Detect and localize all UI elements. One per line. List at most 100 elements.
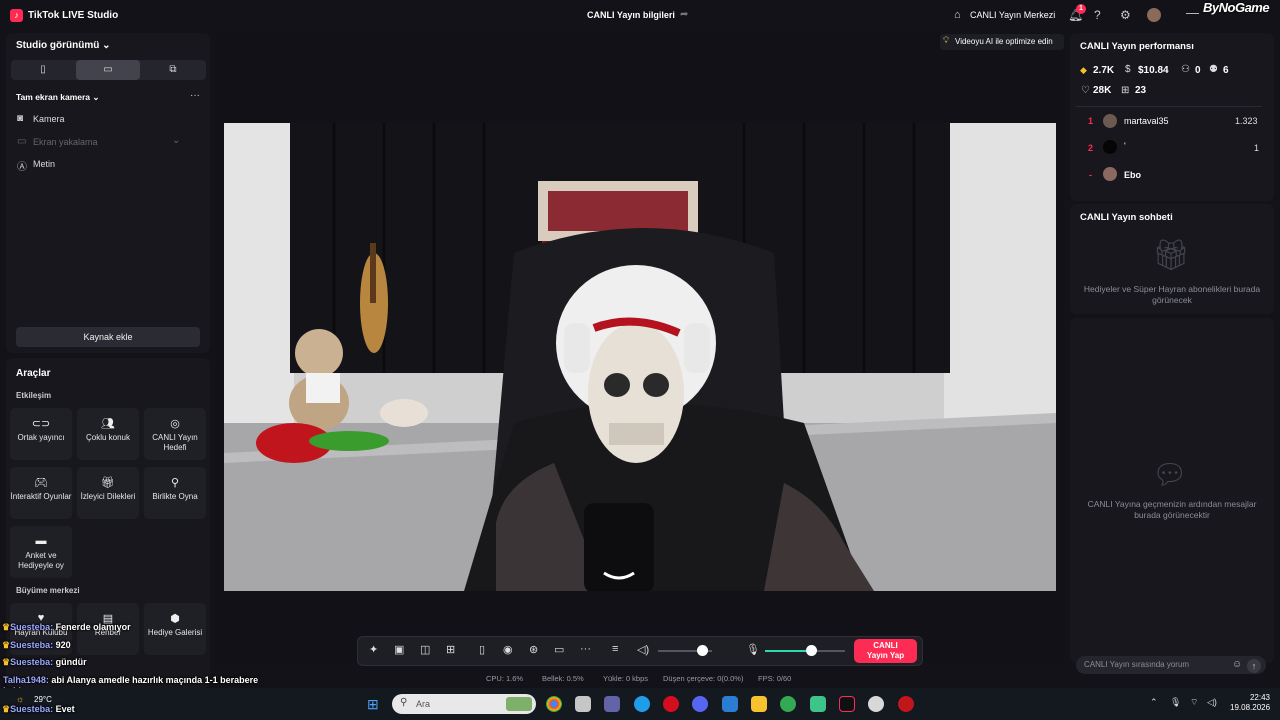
tools-title: Araçlar <box>16 368 51 379</box>
magic-wand-icon[interactable]: ✦ <box>369 643 378 656</box>
rank-name[interactable]: ' <box>1124 141 1126 151</box>
go-live-button[interactable]: CANLI Yayın Yap <box>854 639 917 663</box>
tool-live-goal[interactable]: ◎ CANLI Yayın Hedefi <box>144 408 206 460</box>
camera-icon: ◙ <box>17 113 24 124</box>
gear-icon[interactable]: ⚙ <box>1120 8 1131 22</box>
tiktok-studio-icon[interactable] <box>839 696 855 712</box>
tool-multi-guest[interactable]: 👥︎ Çoklu konuk <box>77 408 139 460</box>
live-info-title[interactable]: CANLI Yayın bilgileri <box>587 10 675 20</box>
chrome-profile-icon[interactable] <box>780 696 796 712</box>
explorer-icon[interactable] <box>575 696 591 712</box>
tool-gift-gallery[interactable]: ⬢ Hediye Galerisi <box>144 603 206 655</box>
app-icon[interactable] <box>810 696 826 712</box>
diamond-icon: ◆ <box>1080 65 1087 75</box>
rotate-icon[interactable]: ⧉ <box>141 60 205 80</box>
send-icon[interactable]: ↑ <box>1247 659 1261 673</box>
adjust-icon[interactable]: ≡ <box>612 643 618 655</box>
windows-start-icon[interactable]: ⊞ <box>367 696 379 713</box>
screenshot-icon[interactable]: ◫ <box>420 643 430 656</box>
source-screen-capture[interactable]: Ekran yakalama <box>33 137 98 147</box>
watermark-logo: ByNoGame <box>1203 0 1270 15</box>
ai-optimize-button[interactable]: Videoyu AI ile optimize edin <box>940 34 1064 50</box>
mic-knob[interactable] <box>805 645 817 656</box>
live-center-link[interactable]: CANLI Yayın Merkezi <box>970 10 1055 20</box>
media-player-icon[interactable] <box>898 696 914 712</box>
record-icon[interactable]: ◉ <box>503 643 513 656</box>
share-icon[interactable]: ➦ <box>680 9 688 20</box>
link-icon: ⊂⊃ <box>31 418 51 430</box>
divider <box>1076 106 1262 107</box>
source-camera[interactable]: Kamera <box>33 114 65 124</box>
avatar[interactable] <box>1147 8 1161 22</box>
folder-icon[interactable] <box>751 696 767 712</box>
gifts-empty-note: Hediyeler ve Süper Hayran abonelikleri b… <box>1083 284 1261 305</box>
effects-icon[interactable]: ⊛ <box>529 643 538 656</box>
home-icon[interactable]: ⌂ <box>954 9 961 21</box>
source-text[interactable]: Metin <box>33 159 55 169</box>
more-icon[interactable]: ··· <box>580 643 591 655</box>
crown-icon: ♛ <box>2 622 11 632</box>
notification-badge: 1 <box>1076 4 1086 14</box>
volume-icon[interactable]: ◁) <box>1207 697 1217 708</box>
text-icon: Ⓐ <box>17 162 27 173</box>
speaker-icon[interactable]: ◁) <box>637 643 649 656</box>
live-chat-title: CANLI Yayın sohbeti <box>1080 212 1173 223</box>
scene-title[interactable]: Studio görünümü ⌄ <box>16 40 111 51</box>
monitor-icon: ▭ <box>17 136 27 147</box>
rank-number: 2 <box>1088 143 1094 153</box>
emoji-icon[interactable]: ☺ <box>1232 659 1242 670</box>
app-title: TikTok LIVE Studio <box>28 10 119 21</box>
lightbulb-icon: 💡︎ <box>943 35 950 45</box>
add-source-button[interactable]: Kaynak ekle <box>16 327 200 347</box>
tool-poll[interactable]: ▬ Anket ve Hediyeyle oy <box>10 526 72 578</box>
tool-viewer-wishes[interactable]: 🎁︎ İzleyici Dilekleri <box>77 467 139 519</box>
mail-icon[interactable] <box>722 696 738 712</box>
chevron-down-icon[interactable]: ⌄ <box>172 135 180 146</box>
landscape-icon[interactable]: ▭ <box>76 60 140 80</box>
mic-icon[interactable]: 🎙︎ <box>1170 697 1181 708</box>
rank-score: 1 <box>1254 143 1260 153</box>
rank-name[interactable]: martaval35 <box>1124 116 1169 126</box>
discord-icon[interactable] <box>692 696 708 712</box>
more-icon[interactable]: ··· <box>190 90 200 101</box>
chevron-down-icon: ⌄ <box>102 40 111 51</box>
camera-mode-select[interactable]: Tam ekran kamera ⌄ <box>16 92 100 103</box>
phone-icon[interactable]: ▯ <box>479 643 485 656</box>
rank-number: 1 <box>1088 116 1094 126</box>
minimize-icon[interactable]: — <box>1186 5 1199 20</box>
tool-interactive-games[interactable]: 🎮︎ İnteraktif Oyunlar <box>10 467 72 519</box>
tool-co-host[interactable]: ⊂⊃ Ortak yayıncı <box>10 408 72 460</box>
chrome-icon[interactable] <box>546 696 562 712</box>
overlay-icon[interactable]: ▣ <box>394 643 404 656</box>
chevron-up-icon[interactable]: ⌃ <box>1150 697 1158 708</box>
upload-stat: Yükle: 0 kbps <box>603 674 649 683</box>
wifi-icon[interactable]: ⌔ <box>1190 697 1198 708</box>
gift-box-icon: 🎁︎ <box>1152 239 1191 272</box>
crown-icon: ♛ <box>2 657 11 667</box>
weather-temp[interactable]: 29°C <box>34 695 52 704</box>
followers-value: 6 <box>1223 65 1229 76</box>
camera-icon[interactable]: ▭ <box>554 643 564 656</box>
mic-level-fill <box>765 650 811 652</box>
edge-icon[interactable] <box>634 696 650 712</box>
rank-score: 1.323 <box>1235 116 1258 126</box>
heart-icon: ♡ <box>1081 85 1090 96</box>
taskbar-clock[interactable]: 22:43 19.08.2026 <box>1230 693 1270 713</box>
followers-icon: ⚉ <box>1209 64 1218 75</box>
teams-icon[interactable] <box>604 696 620 712</box>
tool-play-together[interactable]: ⚲ Birlikte Oyna <box>144 467 206 519</box>
add-scene-icon[interactable]: ⊞ <box>446 643 455 656</box>
poll-icon: ▬ <box>35 535 47 547</box>
app-icon[interactable] <box>868 696 884 712</box>
opera-icon[interactable] <box>663 696 679 712</box>
avatar <box>1103 167 1117 181</box>
mic-icon[interactable]: 🎙︎ <box>746 643 760 656</box>
rank-name[interactable]: Ebo <box>1124 170 1141 180</box>
viewers-icon: ⚇ <box>1181 64 1190 75</box>
portrait-icon[interactable]: ▯ <box>11 60 75 80</box>
target-icon: ◎ <box>170 418 180 430</box>
gift-icon: ⊞ <box>1121 85 1130 96</box>
help-icon[interactable]: ? <box>1094 8 1101 22</box>
people-icon: 👥︎ <box>101 418 115 430</box>
chat-bubble-icon: 💬︎ <box>1152 459 1188 490</box>
